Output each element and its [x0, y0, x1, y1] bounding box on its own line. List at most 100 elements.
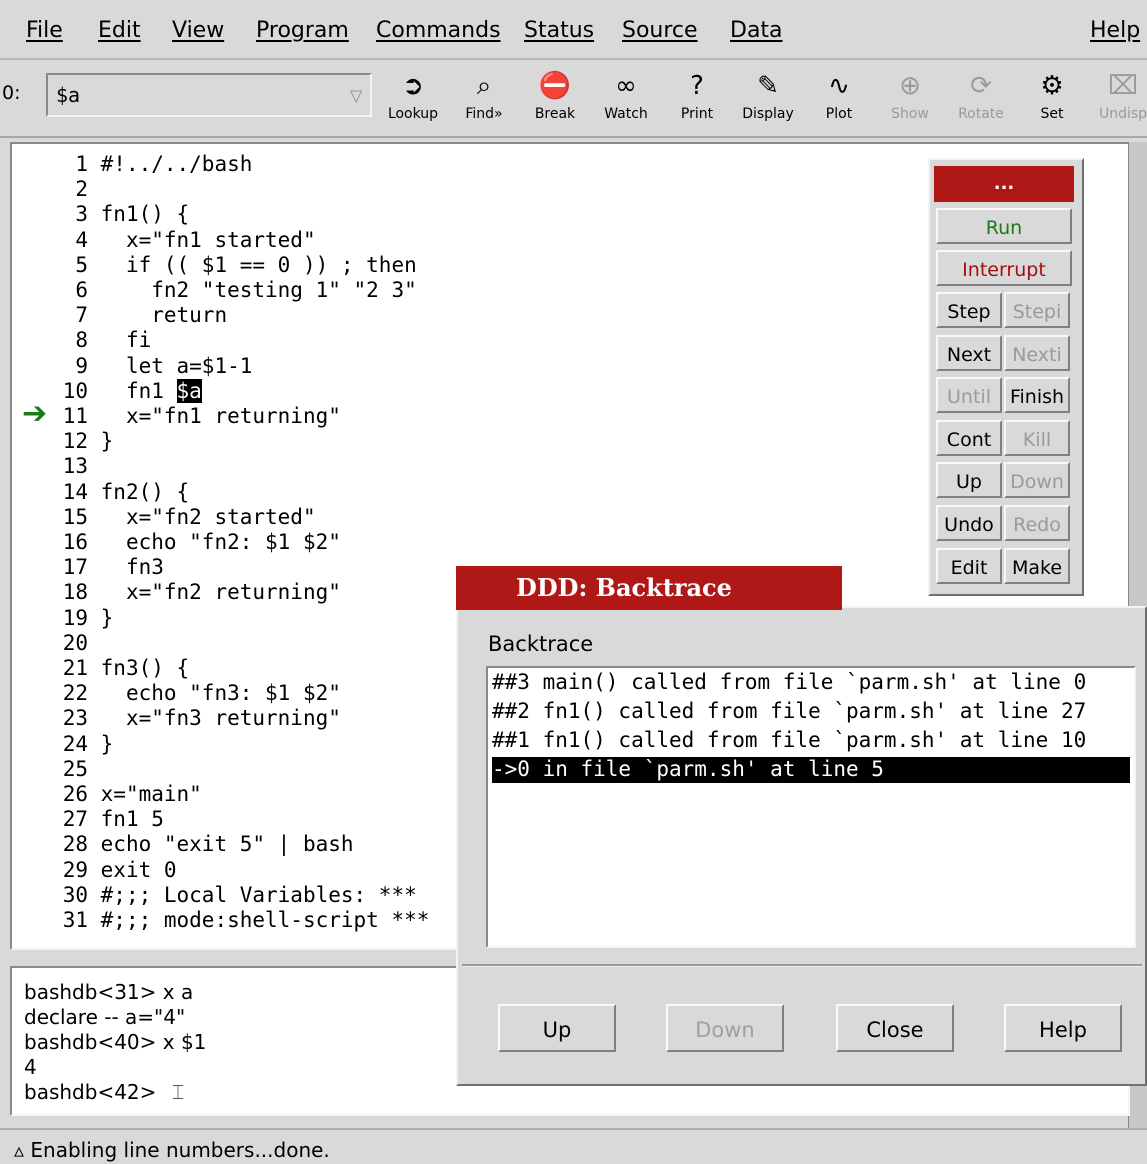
source-line[interactable]: 14 fn2() {	[36, 480, 189, 505]
backtrace-up-button[interactable]: Up	[498, 1004, 616, 1052]
tool-plot-button[interactable]: ∿ Plot	[804, 66, 874, 132]
redo-button[interactable]: Redo	[1004, 505, 1070, 541]
kill-button[interactable]: Kill	[1004, 419, 1070, 456]
argument-dropdown-icon[interactable]: ▽	[350, 86, 362, 105]
source-line[interactable]: 3 fn1() {	[36, 202, 189, 227]
source-line[interactable]: 5 if (( $1 == 0 )) ; then	[36, 253, 416, 278]
source-line[interactable]: 31 #;;; mode:shell-script ***	[36, 908, 430, 933]
source-line[interactable]: 21 fn3() {	[36, 656, 189, 681]
line-code: fn3() {	[100, 656, 190, 680]
backtrace-row[interactable]: ##2 fn1() called from file `parm.sh' at …	[492, 699, 1086, 725]
source-line[interactable]: 2	[36, 177, 101, 202]
text-cursor: ⌶	[172, 1080, 184, 1104]
menu-status[interactable]: Status	[524, 18, 594, 43]
source-line[interactable]: 7 return	[36, 303, 227, 328]
tool-find-button[interactable]: ⌕ Find»	[449, 66, 519, 132]
line-number: 31	[62, 908, 88, 932]
line-number: 28	[62, 832, 88, 857]
source-line[interactable]: 11 x="fn1 returning"	[36, 404, 341, 429]
source-line[interactable]: 8 fi	[36, 328, 151, 353]
source-line[interactable]: 17 fn3	[36, 555, 164, 580]
rotate-icon: ⟳	[970, 71, 992, 101]
undo-button[interactable]: Undo	[936, 505, 1002, 541]
run-button[interactable]: Run	[936, 208, 1072, 244]
menu-help[interactable]: Help	[1090, 18, 1140, 43]
menu-data[interactable]: Data	[730, 18, 783, 43]
source-line[interactable]: 19 }	[36, 606, 114, 631]
line-code: echo "fn2: $1 $2"	[100, 530, 341, 554]
backtrace-row[interactable]: ##3 main() called from file `parm.sh' at…	[492, 670, 1086, 696]
source-line[interactable]: 26 x="main"	[36, 782, 202, 807]
source-line[interactable]: 13	[36, 454, 101, 479]
source-line[interactable]: 24 }	[36, 732, 114, 757]
line-number: 30	[62, 882, 88, 907]
backtrace-row[interactable]: ##1 fn1() called from file `parm.sh' at …	[492, 728, 1086, 754]
source-line[interactable]: 28 echo "exit 5" | bash	[36, 832, 354, 857]
tool-undisp-button[interactable]: ⌧ Undisp	[1088, 66, 1147, 132]
argument-field[interactable]: $a	[46, 73, 372, 117]
source-line[interactable]: 1 #!../../bash	[36, 152, 252, 177]
source-line[interactable]: 10 fn1 $a	[36, 378, 202, 404]
line-code: exit 0	[100, 857, 177, 882]
source-line[interactable]: 20	[36, 631, 101, 656]
nexti-button[interactable]: Nexti	[1004, 334, 1070, 371]
source-line[interactable]: 30 #;;; Local Variables: ***	[36, 883, 417, 908]
source-line[interactable]: 29 exit 0	[36, 858, 177, 883]
tool-label: Break	[534, 106, 576, 122]
cont-button[interactable]: Cont	[936, 419, 1002, 456]
line-code: }	[100, 429, 114, 454]
backtrace-help-button[interactable]: Help	[1004, 1004, 1122, 1052]
command-tool-titlebar[interactable]: ...	[934, 166, 1074, 202]
line-code: echo "fn3: $1 $2"	[100, 681, 341, 706]
source-line[interactable]: 25	[36, 757, 101, 782]
source-line[interactable]: 23 x="fn3 returning"	[36, 706, 341, 731]
line-code: x="fn3 returning"	[100, 706, 341, 731]
menu-view[interactable]: View	[172, 18, 224, 43]
backtrace-down-button[interactable]: Down	[666, 1004, 784, 1052]
finish-button[interactable]: Finish	[1004, 377, 1070, 414]
source-line[interactable]: 15 x="fn2 started"	[36, 505, 316, 530]
interrupt-button[interactable]: Interrupt	[936, 250, 1072, 286]
backtrace-row[interactable]: ->0 in file `parm.sh' at line 5	[492, 757, 1130, 783]
stepi-button[interactable]: Stepi	[1004, 292, 1070, 328]
line-number: 25	[62, 756, 88, 781]
backtrace-close-button[interactable]: Close	[836, 1004, 954, 1052]
menu-file[interactable]: File	[26, 18, 63, 43]
menu-program[interactable]: Program	[256, 18, 349, 43]
menu-commands[interactable]: Commands	[376, 18, 501, 43]
tool-display-button[interactable]: ✎ Display	[733, 66, 803, 132]
source-line[interactable]: 16 echo "fn2: $1 $2"	[36, 530, 341, 555]
line-code: fn3	[100, 555, 164, 580]
backtrace-titlebar[interactable]: DDD: Backtrace	[456, 566, 842, 610]
line-number: 9	[75, 353, 88, 378]
up-button[interactable]: Up	[936, 462, 1002, 499]
tool-show-button[interactable]: ⊕ Show	[875, 66, 945, 132]
console-line: bashdb<40> x $1	[24, 1030, 207, 1054]
command-tool: ... Run Interrupt Step Stepi Next Nexti Unti…	[928, 158, 1084, 596]
menu-edit[interactable]: Edit	[98, 18, 141, 43]
next-button[interactable]: Next	[936, 334, 1002, 371]
source-line[interactable]: 6 fn2 "testing 1" "2 3"	[36, 278, 416, 303]
source-line[interactable]: 9 let a=$1-1	[36, 354, 252, 379]
backtrace-list[interactable]: ##3 main() called from file `parm.sh' at…	[486, 666, 1136, 948]
tool-set-button[interactable]: ⚙ Set	[1017, 66, 1087, 132]
source-line[interactable]: 18 x="fn2 returning"	[36, 580, 341, 605]
line-code: echo "exit 5" | bash	[100, 832, 354, 857]
line-number: 12	[62, 429, 88, 454]
line-number: 11	[62, 404, 88, 428]
down-button[interactable]: Down	[1004, 462, 1070, 499]
tool-watch-button[interactable]: ∞ Watch	[591, 66, 661, 132]
step-button[interactable]: Step	[936, 292, 1002, 328]
source-line[interactable]: 22 echo "fn3: $1 $2"	[36, 681, 341, 706]
menu-source[interactable]: Source	[622, 18, 698, 43]
tool-break-button[interactable]: ⛔ Break	[520, 66, 590, 132]
source-line[interactable]: 4 x="fn1 started"	[36, 228, 315, 253]
until-button[interactable]: Until	[936, 377, 1002, 414]
tool-rotate-button[interactable]: ⟳ Rotate	[946, 66, 1016, 132]
source-line[interactable]: 12 }	[36, 429, 114, 454]
tool-lookup-button[interactable]: ➲ Lookup	[378, 66, 448, 132]
lookup-icon: ➲	[402, 71, 424, 101]
source-line[interactable]: 27 fn1 5	[36, 807, 164, 832]
selected-text[interactable]: $a	[176, 378, 202, 403]
tool-print-button[interactable]: ? Print	[662, 66, 732, 132]
